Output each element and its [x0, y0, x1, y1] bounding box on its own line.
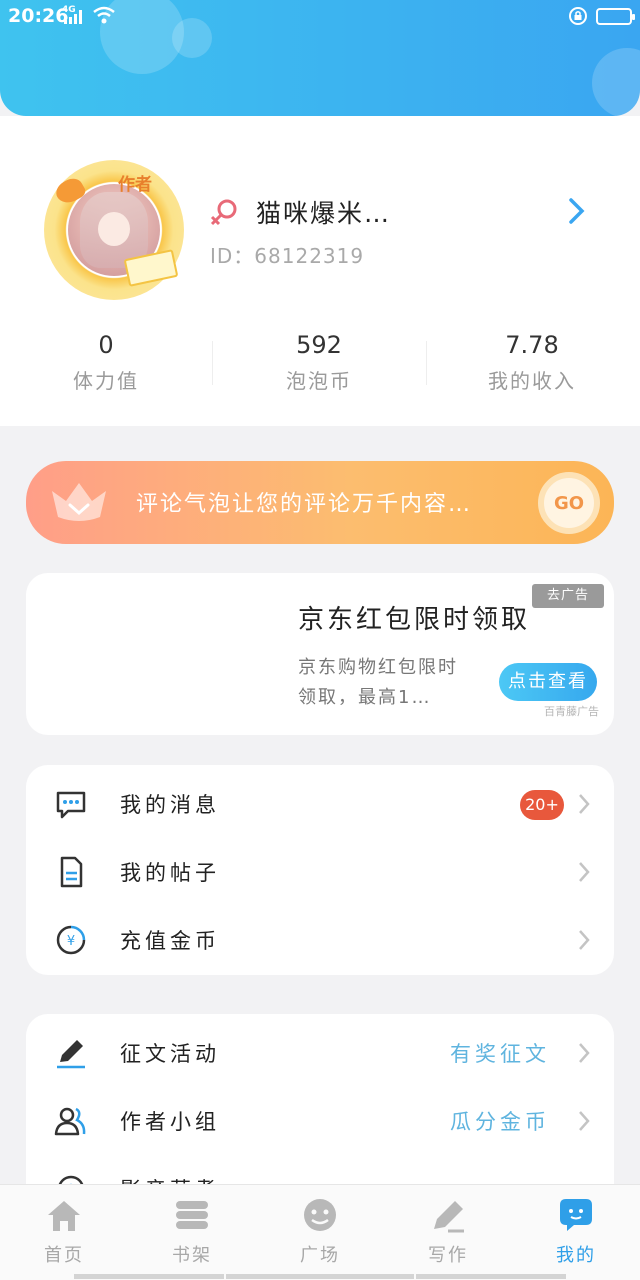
- home-indicator: [226, 1274, 414, 1279]
- tab-label: 首页: [44, 1245, 84, 1266]
- pen-icon: [57, 1040, 85, 1069]
- home-indicator: [74, 1274, 224, 1279]
- menu-label: 充值金币: [120, 929, 220, 953]
- profile-card: 作者 猫咪爆米… ID：68122319 0 体力值 592 泡泡币 7.78 …: [0, 116, 640, 426]
- ad-description: 京东购物红包限时领取，最高1…: [298, 657, 458, 708]
- chevron-right-icon: [579, 930, 590, 950]
- stat-bubble-coins[interactable]: 592 泡泡币: [213, 331, 425, 394]
- promo-text: 评论气泡让您的评论万千内容…: [136, 492, 473, 517]
- tab-write[interactable]: 写作: [384, 1197, 512, 1267]
- go-button[interactable]: GO: [538, 472, 600, 534]
- menu-extra-text: 有奖征文: [450, 1042, 550, 1066]
- nickname[interactable]: 猫咪爆米…: [256, 194, 391, 230]
- stat-value: 592: [296, 331, 342, 359]
- bookshelf-icon: [176, 1201, 208, 1229]
- status-bar: 20:26 4G: [0, 0, 640, 34]
- stat-label: 泡泡币: [286, 369, 352, 393]
- menu-item-messages[interactable]: 我的消息 20+: [26, 769, 614, 837]
- menu-label: 我的帖子: [120, 861, 220, 885]
- document-icon: [60, 856, 83, 888]
- stat-label: 我的收入: [488, 369, 576, 393]
- stat-label: 体力值: [73, 369, 139, 393]
- menu-label: 征文活动: [120, 1042, 220, 1066]
- bottom-tab-bar: 首页 书架 广场 写作 我的: [0, 1184, 640, 1280]
- header-banner: 20:26 4G: [0, 0, 640, 116]
- unread-badge: 20+: [520, 790, 564, 820]
- author-badge: 作者: [118, 175, 152, 195]
- status-time: 20:26: [8, 5, 69, 27]
- decor-bubble: [592, 48, 640, 116]
- ad-card[interactable]: 去广告 京东红包限时领取 京东购物红包限时领取，最高1… 点击查看 百青藤广告: [26, 573, 614, 735]
- rotation-lock-icon: [569, 7, 587, 25]
- chevron-right-icon: [579, 794, 590, 814]
- chevron-right-icon: [579, 862, 590, 882]
- menu-item-author-group[interactable]: 作者小组 瓜分金币: [26, 1086, 614, 1154]
- menu-group-1: 我的消息 20+ 我的帖子 ¥ 充值金币: [26, 765, 614, 975]
- tab-home[interactable]: 首页: [0, 1197, 128, 1267]
- promo-banner[interactable]: 评论气泡让您的评论万千内容… GO: [26, 461, 614, 544]
- crown-icon: [52, 483, 106, 521]
- group-icon: [54, 1107, 86, 1136]
- stat-stamina[interactable]: 0 体力值: [0, 331, 212, 394]
- chevron-right-icon: [579, 1111, 590, 1131]
- chevron-right-icon[interactable]: [566, 196, 588, 226]
- coin-icon: ¥: [56, 925, 86, 955]
- user-id: ID：68122319: [210, 244, 365, 268]
- ad-title: 京东红包限时领取: [298, 605, 531, 635]
- menu-label: 我的消息: [120, 793, 220, 817]
- menu-item-posts[interactable]: 我的帖子: [26, 837, 614, 905]
- tab-label: 书架: [172, 1245, 212, 1266]
- stat-value: 7.78: [505, 331, 559, 359]
- stats-row: 0 体力值 592 泡泡币 7.78 我的收入: [0, 331, 640, 401]
- square-icon: [304, 1199, 336, 1231]
- menu-label: 作者小组: [120, 1110, 220, 1134]
- avatar[interactable]: 作者: [30, 156, 202, 306]
- svg-text:¥: ¥: [67, 934, 75, 949]
- home-indicator: [416, 1274, 566, 1279]
- remove-ad-button[interactable]: 去广告: [532, 584, 604, 608]
- wifi-icon: [93, 6, 115, 24]
- menu-item-contest[interactable]: 征文活动 有奖征文: [26, 1018, 614, 1086]
- mine-icon: [560, 1199, 592, 1231]
- avatar-face: [98, 212, 130, 246]
- write-icon: [434, 1201, 464, 1233]
- tab-label: 我的: [556, 1245, 596, 1266]
- tab-label: 广场: [300, 1245, 340, 1266]
- battery-icon: [596, 8, 635, 25]
- menu-item-recharge[interactable]: ¥ 充值金币: [26, 905, 614, 973]
- tab-label: 写作: [428, 1245, 468, 1266]
- tab-bookshelf[interactable]: 书架: [128, 1197, 256, 1267]
- stat-value: 0: [98, 331, 114, 359]
- ad-source: 百青藤广告: [544, 705, 599, 718]
- female-gender-icon: [210, 199, 237, 226]
- menu-extra-text: 瓜分金币: [450, 1110, 550, 1134]
- message-icon: [56, 791, 86, 819]
- tab-square[interactable]: 广场: [256, 1197, 384, 1267]
- home-icon: [48, 1201, 80, 1231]
- tab-mine[interactable]: 我的: [512, 1197, 640, 1267]
- signal-icon: [64, 10, 82, 24]
- chevron-right-icon: [579, 1043, 590, 1063]
- ad-view-button[interactable]: 点击查看: [499, 663, 597, 701]
- stat-income[interactable]: 7.78 我的收入: [426, 331, 638, 394]
